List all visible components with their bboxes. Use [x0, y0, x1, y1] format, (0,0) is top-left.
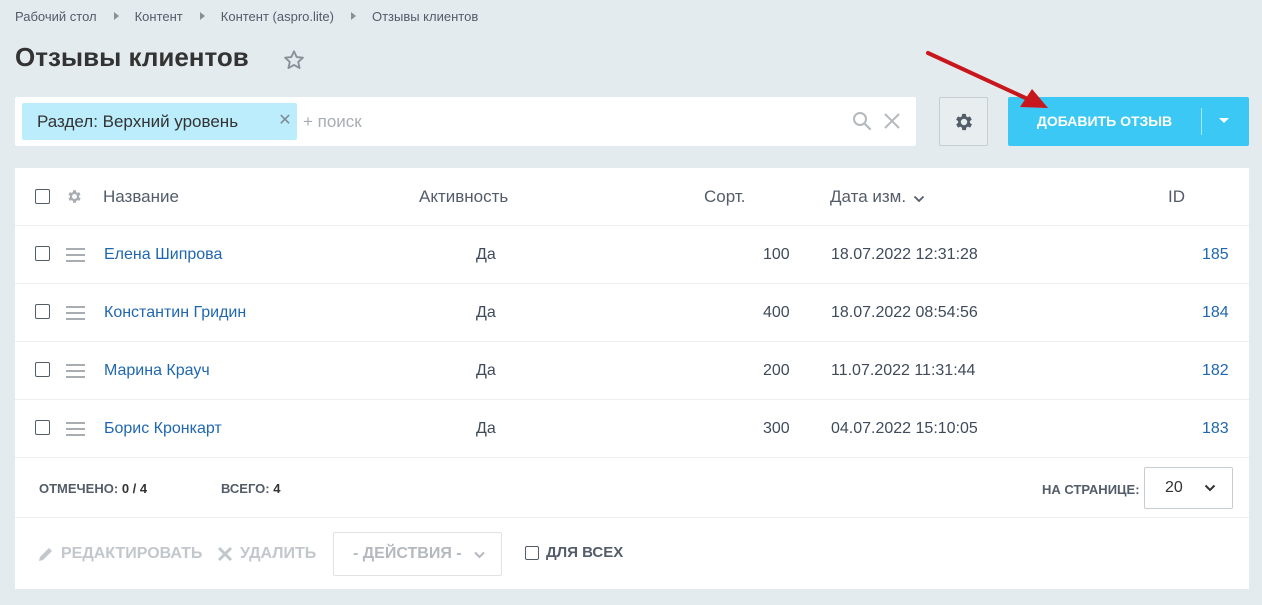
row-sort: 400	[763, 304, 790, 321]
selected-counter-value: 0 / 4	[121, 481, 148, 496]
row-id-link[interactable]: 185	[1202, 246, 1229, 264]
grid-footer-counters: ОТМЕЧЕНО: 0 / 4 ВСЕГО: 4 НА СТРАНИЦЕ: 20	[15, 458, 1249, 518]
breadcrumb-separator-icon	[199, 12, 205, 20]
selected-counter: ОТМЕЧЕНО: 0 / 4	[39, 481, 147, 496]
gear-icon	[955, 113, 972, 130]
clear-icon[interactable]	[883, 112, 901, 130]
chevron-down-icon[interactable]	[1219, 118, 1229, 123]
row-active: Да	[476, 420, 496, 437]
row-active: Да	[476, 362, 496, 379]
add-button-divider	[1201, 108, 1202, 135]
reviews-grid: Название Активность Сорт. Дата изм. ID Е…	[15, 168, 1249, 589]
breadcrumb-separator-icon	[113, 12, 119, 20]
add-review-button[interactable]: ДОБАВИТЬ ОТЗЫВ	[1008, 97, 1249, 146]
row-sort: 200	[763, 362, 790, 379]
chevron-down-icon	[474, 551, 485, 559]
hamburger-icon[interactable]	[66, 306, 85, 320]
settings-button[interactable]	[939, 97, 988, 146]
actions-select[interactable]: - ДЕЙСТВИЯ -	[333, 532, 502, 576]
chevron-down-icon	[1204, 484, 1216, 492]
close-icon[interactable]: ✕	[277, 113, 293, 129]
row-name-link[interactable]: Марина Крауч	[104, 362, 210, 380]
select-all-checkbox[interactable]	[35, 189, 50, 204]
row-checkbox[interactable]	[35, 420, 50, 435]
column-header-active[interactable]: Активность	[419, 187, 508, 207]
per-page-select[interactable]: 20	[1144, 467, 1233, 509]
hamburger-icon[interactable]	[66, 422, 85, 436]
total-counter-label: ВСЕГО:	[221, 481, 270, 496]
hamburger-icon[interactable]	[66, 248, 85, 262]
breadcrumb-item-content[interactable]: Контент	[135, 9, 183, 24]
column-header-name[interactable]: Название	[103, 187, 179, 207]
delete-button[interactable]: УДАЛИТЬ	[217, 545, 316, 563]
for-all-checkbox[interactable]: ДЛЯ ВСЕХ	[525, 544, 623, 561]
row-name-link[interactable]: Елена Шипрова	[104, 246, 222, 264]
grid-footer-actions: РЕДАКТИРОВАТЬ УДАЛИТЬ - ДЕЙСТВИЯ - ДЛЯ В…	[15, 519, 1249, 589]
row-id-link[interactable]: 183	[1202, 420, 1229, 438]
gear-icon[interactable]	[66, 188, 83, 205]
row-id-link[interactable]: 184	[1202, 304, 1229, 322]
hamburger-icon[interactable]	[66, 364, 85, 378]
row-name-link[interactable]: Константин Гридин	[104, 304, 246, 322]
row-active: Да	[476, 304, 496, 321]
grid-header: Название Активность Сорт. Дата изм. ID	[15, 168, 1249, 226]
table-row: Елена Шипрова Да 100 18.07.2022 12:31:28…	[15, 226, 1249, 284]
row-date: 18.07.2022 12:31:28	[831, 246, 978, 263]
row-active: Да	[476, 246, 496, 263]
breadcrumb-item-reviews[interactable]: Отзывы клиентов	[372, 9, 478, 24]
row-sort: 100	[763, 246, 790, 263]
column-header-id[interactable]: ID	[1168, 187, 1185, 207]
for-all-checkbox-box[interactable]	[525, 545, 539, 560]
for-all-label: ДЛЯ ВСЕХ	[546, 544, 624, 561]
row-date: 18.07.2022 08:54:56	[831, 304, 978, 321]
filter-search-box[interactable]: Раздел: Верхний уровень ✕	[15, 97, 916, 146]
row-checkbox[interactable]	[35, 304, 50, 319]
selected-counter-label: ОТМЕЧЕНО:	[39, 481, 119, 496]
column-header-sort[interactable]: Сорт.	[704, 187, 745, 207]
edit-button[interactable]: РЕДАКТИРОВАТЬ	[37, 545, 202, 563]
per-page-label: НА СТРАНИЦЕ:	[1042, 482, 1140, 497]
row-date: 11.07.2022 11:31:44	[831, 362, 976, 379]
table-row: Марина Крауч Да 200 11.07.2022 11:31:44 …	[15, 342, 1249, 400]
delete-button-label: УДАЛИТЬ	[240, 545, 317, 562]
table-row: Константин Гридин Да 400 18.07.2022 08:5…	[15, 284, 1249, 342]
total-counter-value: 4	[273, 481, 281, 496]
row-checkbox[interactable]	[35, 362, 50, 377]
per-page-value: 20	[1165, 479, 1183, 496]
row-date: 04.07.2022 15:10:05	[831, 420, 978, 437]
filter-tag-label: Раздел: Верхний уровень	[37, 111, 239, 131]
star-icon[interactable]	[283, 49, 305, 71]
breadcrumb: Рабочий стол Контент Контент (aspro.lite…	[15, 7, 478, 25]
page-title: Отзывы клиентов	[15, 42, 249, 72]
actions-select-value: - ДЕЙСТВИЯ -	[353, 545, 462, 562]
add-review-button-label: ДОБАВИТЬ ОТЗЫВ	[1036, 113, 1173, 129]
pencil-icon	[39, 548, 52, 561]
row-id-link[interactable]: 182	[1202, 362, 1229, 380]
column-header-date[interactable]: Дата изм.	[830, 187, 925, 207]
breadcrumb-item-content-aspro[interactable]: Контент (aspro.lite)	[221, 9, 334, 24]
chevron-down-icon	[913, 195, 925, 202]
row-name-link[interactable]: Борис Кронкарт	[104, 420, 222, 438]
row-sort: 300	[763, 420, 790, 437]
cross-icon	[217, 546, 233, 562]
table-row: Борис Кронкарт Да 300 04.07.2022 15:10:0…	[15, 400, 1249, 458]
edit-button-label: РЕДАКТИРОВАТЬ	[61, 545, 203, 562]
search-input[interactable]	[303, 109, 833, 135]
row-checkbox[interactable]	[35, 246, 50, 261]
column-header-date-label: Дата изм.	[830, 187, 907, 206]
breadcrumb-item-desktop[interactable]: Рабочий стол	[15, 9, 97, 24]
total-counter: ВСЕГО: 4	[221, 481, 280, 496]
breadcrumb-separator-icon	[350, 12, 356, 20]
search-icon[interactable]	[852, 111, 872, 131]
filter-tag[interactable]: Раздел: Верхний уровень ✕	[22, 103, 297, 140]
